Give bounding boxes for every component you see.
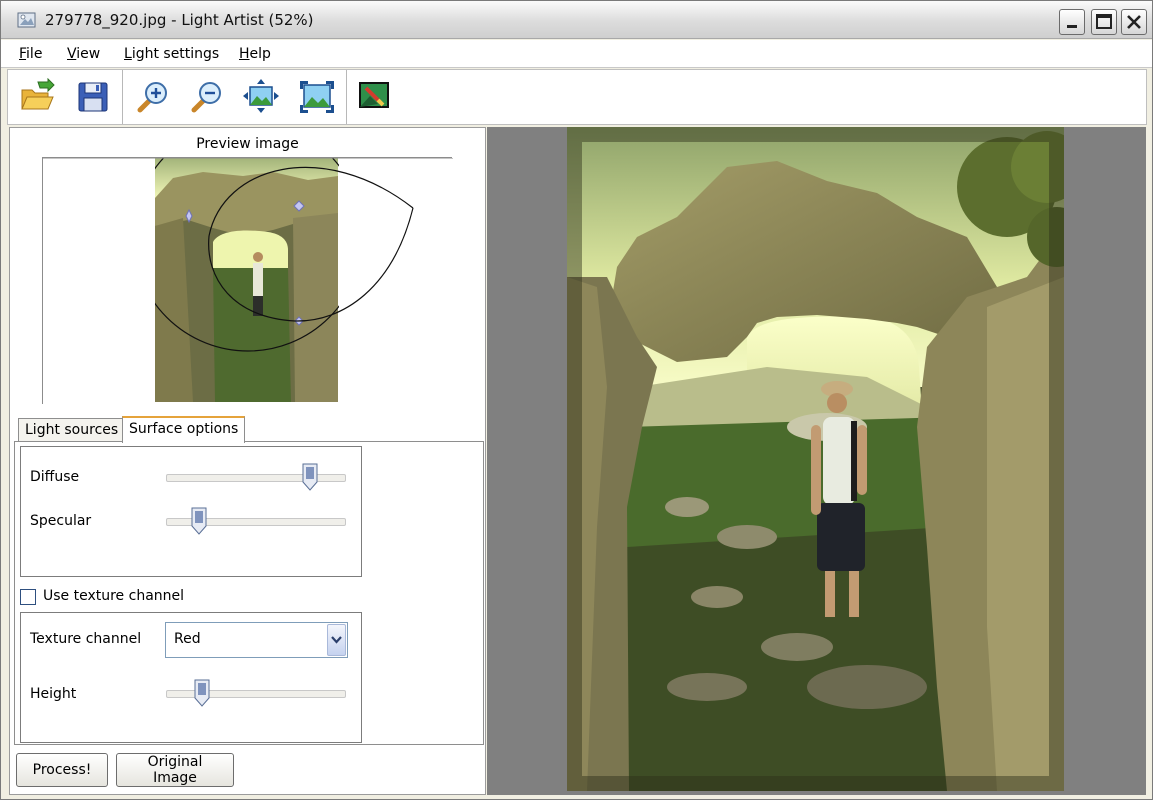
zoom-in-button[interactable] <box>134 78 172 116</box>
tab-surface-options-label: Surface options <box>129 421 239 437</box>
diffuse-slider[interactable] <box>166 474 346 482</box>
settings-panel: Preview image Light sources Surface opti… <box>9 127 486 795</box>
toolbar-separator <box>346 70 348 124</box>
tab-light-sources-label: Light sources <box>25 422 119 438</box>
menu-view[interactable]: View <box>67 46 100 62</box>
surface-options-page: Diffuse Specular Use texture channel Tex… <box>14 441 484 745</box>
maximize-icon <box>1096 14 1112 29</box>
actual-size-icon <box>300 81 334 113</box>
dropdown-button[interactable] <box>327 624 346 656</box>
title-bar[interactable]: 279778_920.jpg - Light Artist (52%) <box>1 1 1152 39</box>
app-window: 279778_920.jpg - Light Artist (52%) File… <box>0 0 1153 800</box>
image-view[interactable] <box>487 127 1146 795</box>
height-label: Height <box>30 686 77 702</box>
texture-channel-select[interactable]: Red <box>165 622 348 658</box>
save-icon <box>78 82 108 112</box>
process-button[interactable]: Process! <box>16 753 108 787</box>
specular-slider-thumb[interactable] <box>191 507 207 535</box>
chevron-down-icon <box>331 636 342 644</box>
minimize-icon <box>1067 25 1077 28</box>
tab-surface-options[interactable]: Surface options <box>122 416 246 443</box>
edit-image-button[interactable] <box>356 78 394 116</box>
height-slider[interactable] <box>166 690 346 698</box>
tab-light-sources[interactable]: Light sources <box>18 418 126 442</box>
height-slider-thumb[interactable] <box>194 679 210 707</box>
close-button[interactable] <box>1121 9 1147 35</box>
zoom-out-icon <box>191 82 221 113</box>
toolbar-separator <box>122 70 124 124</box>
close-icon <box>1127 15 1141 29</box>
menu-file[interactable]: File <box>19 46 42 62</box>
menu-bar: File View Light settings Help <box>1 40 1152 68</box>
diffuse-label: Diffuse <box>30 469 80 485</box>
specular-label: Specular <box>30 513 92 529</box>
texture-channel-value: Red <box>174 631 201 647</box>
maximize-button[interactable] <box>1091 9 1117 35</box>
diffuse-slider-thumb[interactable] <box>302 463 318 491</box>
menu-light-settings[interactable]: Light settings <box>124 46 219 62</box>
original-image-button[interactable]: Original Image <box>116 753 234 787</box>
fit-to-window-button[interactable] <box>242 78 280 116</box>
use-texture-label: Use texture channel <box>43 588 185 604</box>
texture-group: Texture channel Red Height <box>20 612 362 743</box>
preview-title: Preview image <box>196 136 299 152</box>
actual-size-button[interactable] <box>298 78 336 116</box>
lighting-group: Diffuse Specular <box>20 446 362 577</box>
fit-to-window-icon <box>243 79 279 113</box>
open-folder-icon <box>21 78 55 110</box>
preview-image <box>43 158 453 405</box>
window-title: 279778_920.jpg - Light Artist (52%) <box>45 11 314 29</box>
preview-canvas[interactable] <box>42 157 453 405</box>
menu-help[interactable]: Help <box>239 46 271 62</box>
app-icon <box>17 12 36 28</box>
use-texture-checkbox[interactable] <box>20 589 36 605</box>
save-button[interactable] <box>74 78 112 116</box>
edit-image-icon <box>359 82 389 108</box>
open-button[interactable] <box>18 78 56 116</box>
zoom-in-icon <box>137 82 167 113</box>
toolbar <box>7 69 1147 125</box>
texture-channel-label: Texture channel <box>30 631 142 647</box>
minimize-button[interactable] <box>1059 9 1085 35</box>
main-image <box>567 127 1064 791</box>
zoom-out-button[interactable] <box>188 78 226 116</box>
